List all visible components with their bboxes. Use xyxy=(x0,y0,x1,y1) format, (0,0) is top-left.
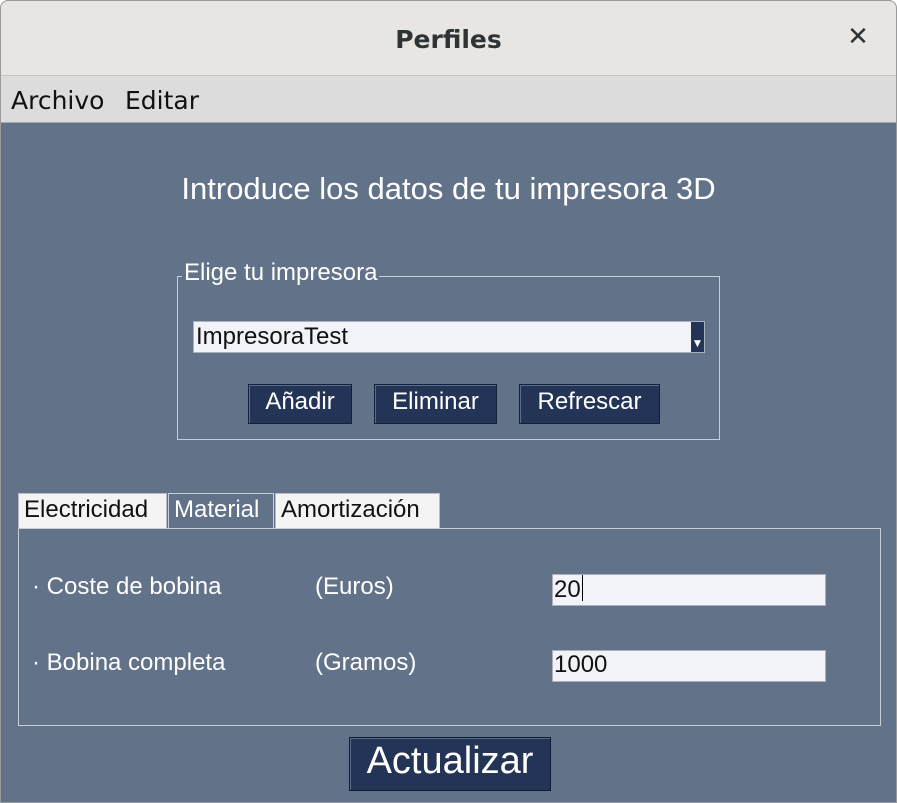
spool-cost-unit: (Euros) xyxy=(315,573,394,600)
delete-printer-button[interactable]: Eliminar xyxy=(374,384,497,424)
menu-editar[interactable]: Editar xyxy=(125,86,199,115)
profiles-window: Perfiles ✕ Archivo Editar Introduce los … xyxy=(0,0,897,803)
page-heading: Introduce los datos de tu impresora 3D xyxy=(181,171,716,206)
printer-select[interactable]: ImpresoraTest ▼ xyxy=(193,321,705,353)
spool-weight-unit: (Gramos) xyxy=(315,649,417,676)
text-caret xyxy=(581,575,583,601)
spool-weight-input[interactable]: 1000 xyxy=(552,650,826,682)
printer-groupbox-legend: Elige tu impresora xyxy=(182,259,380,287)
window-title: Perfiles xyxy=(395,25,502,54)
spool-weight-label: · Bobina completa xyxy=(32,649,226,676)
menu-archivo[interactable]: Archivo xyxy=(11,86,104,115)
menu-bar: Archivo Editar xyxy=(1,76,896,123)
close-icon[interactable]: ✕ xyxy=(846,23,870,51)
spool-weight-value: 1000 xyxy=(554,651,608,678)
refresh-printers-button[interactable]: Refrescar xyxy=(519,384,660,424)
dropdown-arrow-icon[interactable]: ▼ xyxy=(691,322,704,352)
tab-electricidad[interactable]: Electricidad xyxy=(18,493,167,529)
material-tab-panel xyxy=(18,528,881,726)
update-button[interactable]: Actualizar xyxy=(349,737,551,791)
printer-select-value: ImpresoraTest xyxy=(196,323,349,350)
tab-amortizacion[interactable]: Amortización xyxy=(275,493,440,529)
tab-material[interactable]: Material xyxy=(168,493,274,529)
title-bar[interactable]: Perfiles ✕ xyxy=(1,1,896,76)
spool-cost-input[interactable]: 20 xyxy=(552,574,826,606)
add-printer-button[interactable]: Añadir xyxy=(248,384,352,424)
spool-cost-label: · Coste de bobina xyxy=(32,573,222,600)
spool-cost-value: 20 xyxy=(554,576,581,603)
